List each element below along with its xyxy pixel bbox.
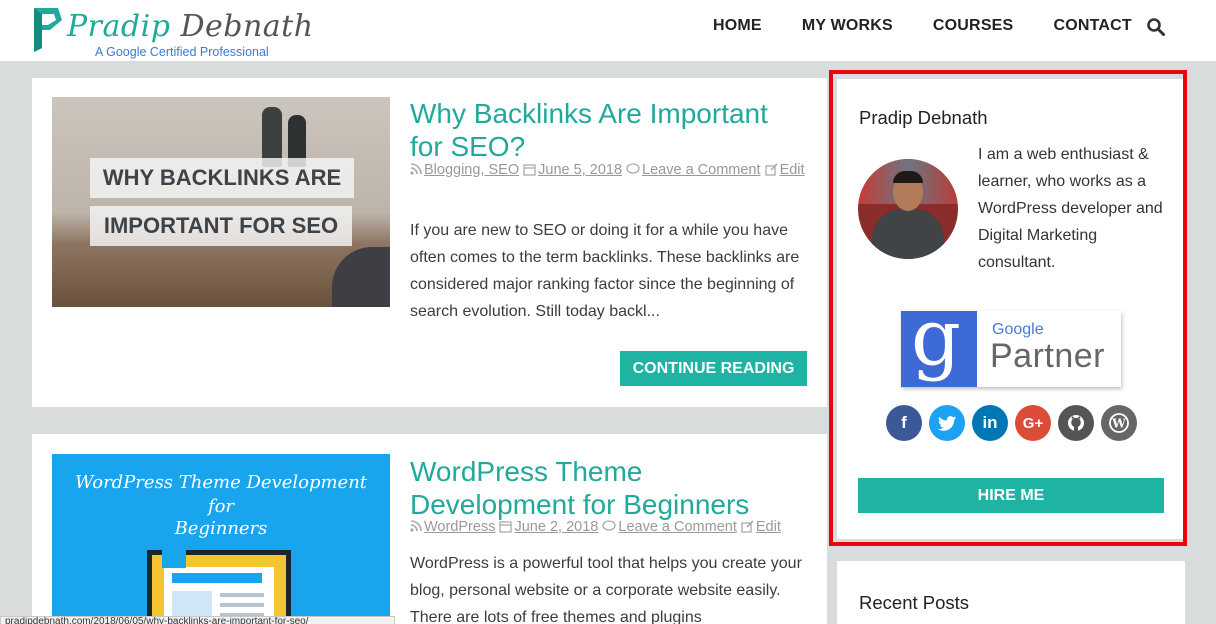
calendar-icon [499,521,513,533]
continue-reading-button[interactable]: CONTINUE READING [620,351,807,386]
calendar-icon [523,164,536,176]
post-categories[interactable]: WordPress [424,519,495,535]
post-meta: WordPress June 2, 2018 Leave a Comment E… [410,515,808,539]
site-tagline: A Google Certified Professional [95,45,269,59]
edit-link[interactable]: Edit [756,519,781,535]
post-thumbnail[interactable]: WHY BACKLINKS ARE IMPORTANT FOR SEO [52,97,390,307]
comment-icon [602,520,617,531]
recent-posts-widget: Recent Posts [837,561,1185,624]
leave-comment-link[interactable]: Leave a Comment [642,162,760,178]
thumbnail-caption: Beginners [174,518,268,539]
edit-link[interactable]: Edit [780,162,805,178]
logo-last-name: Debnath [180,9,314,44]
edit-icon [741,520,754,533]
widget-title: Recent Posts [859,592,970,613]
nav-contact[interactable]: CONTACT [1053,17,1131,35]
post-card: WordPress Theme Development for Beginner… [32,434,827,624]
post-excerpt: If you are new to SEO or doing it for a … [410,222,800,320]
nav-home[interactable]: HOME [713,17,762,35]
post-date[interactable]: June 2, 2018 [514,519,598,535]
thumbnail-caption: WHY BACKLINKS ARE [90,158,354,198]
rss-icon [410,163,422,175]
site-logo-name[interactable]: Pradip Debnath [67,9,314,44]
post-title[interactable]: WordPress Theme Development for Beginner… [410,455,749,521]
post-excerpt: WordPress is a powerful tool that helps … [410,555,802,624]
logo-first-name: Pradip [67,9,171,44]
edit-icon [764,163,778,176]
thumbnail-caption: for [207,496,235,517]
post-categories[interactable]: Blogging, SEO [424,162,519,178]
rss-icon [410,520,422,532]
post-title[interactable]: Why Backlinks Are Important for SEO? [410,97,768,163]
nav-my-works[interactable]: MY WORKS [802,17,893,35]
leave-comment-link[interactable]: Leave a Comment [618,519,736,535]
thumbnail-caption: IMPORTANT FOR SEO [90,206,352,246]
site-header: Pradip Debnath A Google Certified Profes… [0,0,1216,61]
main-nav: HOME MY WORKS COURSES CONTACT [713,17,1172,35]
nav-courses[interactable]: COURSES [933,17,1014,35]
post-meta: Blogging, SEO June 5, 2018 Leave a Comme… [410,158,808,182]
post-card: WHY BACKLINKS ARE IMPORTANT FOR SEO Why … [32,78,827,407]
browser-status-bar: pradipdebnath.com/2018/06/05/why-backlin… [0,616,395,624]
highlight-box [829,70,1187,546]
comment-icon [626,163,640,174]
post-thumbnail[interactable]: WordPress Theme Development for Beginner… [52,454,390,624]
thumbnail-caption: WordPress Theme Development [74,472,368,493]
post-date[interactable]: June 5, 2018 [538,162,622,178]
search-icon[interactable] [1147,18,1165,36]
logo-icon[interactable] [32,6,64,52]
